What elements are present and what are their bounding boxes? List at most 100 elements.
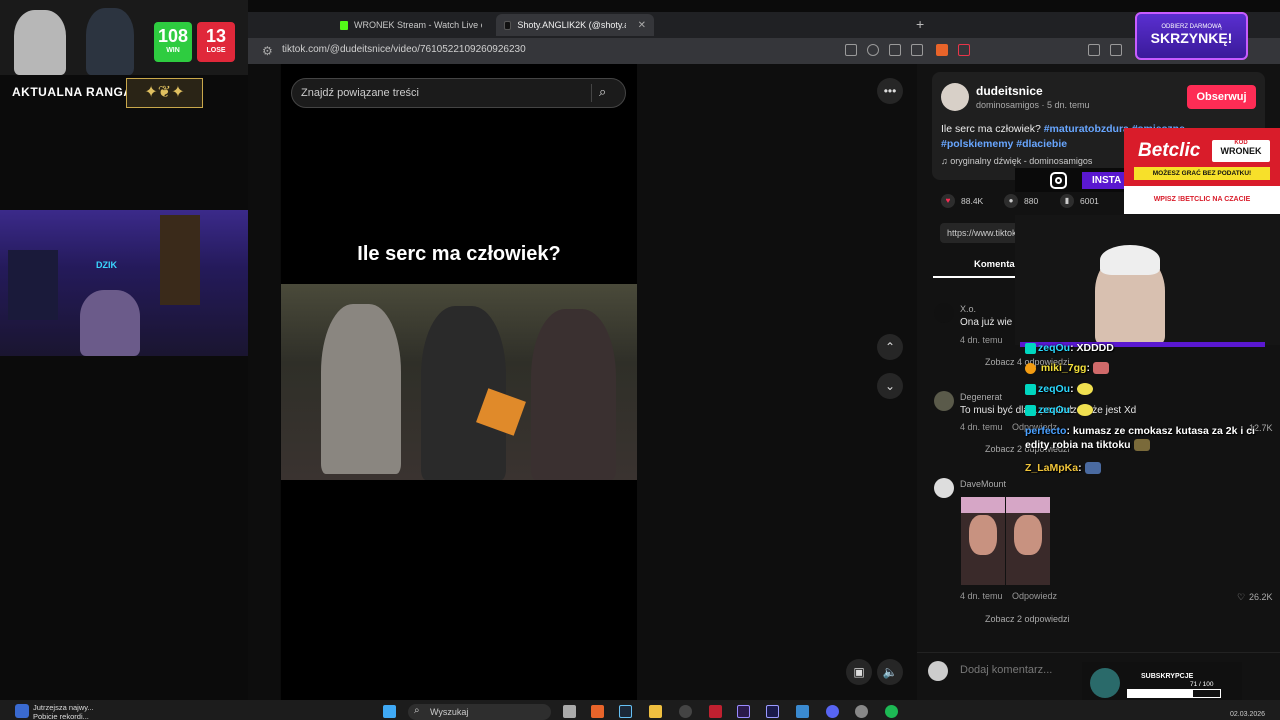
tab-kick-stream[interactable]: WRONEK Stream - Watch Live on Kick [332, 14, 490, 36]
author-meta: dominosamigos · 5 dn. temu [976, 100, 1090, 110]
betclic-code-box: KOD WRONEK [1212, 140, 1270, 162]
miniplayer-icon[interactable]: ▣ [846, 659, 872, 685]
new-tab-icon[interactable]: + [916, 16, 924, 32]
cast-icon[interactable] [889, 44, 901, 56]
add-comment-input[interactable]: Dodaj komentarz... [960, 664, 1052, 676]
commenter-name[interactable]: DaveMount [960, 479, 1006, 489]
sound-label: oryginalny dźwięk - dominosamigos [950, 156, 1093, 166]
video-side-area [637, 64, 917, 700]
insta-label: INSTA [1082, 172, 1127, 189]
chat-message: zeqOu: XDDDD [1025, 341, 1265, 355]
author-avatar[interactable] [941, 83, 969, 111]
commenter-name[interactable]: X.o. [960, 304, 976, 314]
sound-info[interactable]: ♫ oryginalny dźwięk - dominosamigos [941, 156, 1092, 166]
tab-tiktok[interactable]: Shoty.ANGLIK2K (@shoty.anglik2k) ✕ [496, 14, 654, 36]
webcam-right [1015, 215, 1280, 345]
url-text[interactable]: tiktok.com/@dudeitsnice/video/7610522109… [282, 44, 526, 55]
reply-button[interactable]: Odpowiedz [1012, 591, 1057, 601]
search-icon[interactable]: ⌕ [599, 84, 606, 100]
brave-rewards-icon[interactable] [958, 44, 970, 56]
sub-goal-fill [1128, 690, 1193, 697]
translate-icon[interactable] [867, 44, 879, 56]
music-note-icon: ♫ [941, 156, 951, 166]
sub-badge-icon [1025, 404, 1036, 416]
commenter-name[interactable]: Degenerat [960, 392, 1002, 402]
app-icon[interactable] [709, 705, 722, 718]
like-stat[interactable]: ♥ 88.4K [941, 194, 983, 208]
face-shape [1014, 515, 1042, 555]
image-top [961, 497, 1005, 513]
settings-icon[interactable] [855, 705, 868, 718]
volume-icon[interactable]: 🔈 [877, 659, 903, 685]
person-figure [531, 309, 616, 480]
extension-icon[interactable] [845, 44, 857, 56]
comment-stat[interactable]: ● 880 [1004, 194, 1038, 208]
news-widget-icon[interactable] [15, 704, 29, 718]
bookmark-icon: ▮ [1060, 194, 1074, 208]
comment-date: 4 dn. temu [960, 422, 1003, 432]
search-placeholder: Znajdź powiązane treści [301, 87, 420, 99]
emote-icon [1076, 383, 1093, 396]
lose-count: 13 [205, 26, 227, 46]
hashtag[interactable]: #polskiememy [941, 138, 1013, 150]
comment-likes[interactable]: 26.2K [1249, 592, 1273, 602]
photos-icon[interactable] [796, 705, 809, 718]
hashtag[interactable]: #maturatobzdura [1044, 123, 1129, 135]
spotify-icon[interactable] [885, 705, 898, 718]
taskbar-date: 02.03.2026 [1230, 711, 1266, 718]
commenter-avatar[interactable] [934, 391, 954, 411]
close-tab-icon[interactable]: ✕ [638, 20, 646, 31]
chat-message: perfecto: kumasz ze cmokasz kutasa za 2k… [1025, 425, 1255, 452]
interviewer-figure [321, 304, 401, 474]
my-avatar [928, 661, 948, 681]
video-title: Ile serc ma człowiek? [357, 243, 561, 265]
comment-image[interactable] [961, 497, 1005, 585]
chat-user: zeqOu [1038, 404, 1071, 416]
comment-image[interactable] [1006, 497, 1050, 585]
news-widget[interactable]: Jutrzejsza najwy... Pobicie rekordi... [33, 703, 94, 720]
tab-bar: WRONEK Stream - Watch Live on Kick Shoty… [248, 12, 1280, 38]
premiere-icon[interactable] [737, 705, 750, 718]
more-options-icon[interactable]: ••• [877, 78, 903, 104]
view-replies-link[interactable]: Zobacz 2 odpowiedzi [985, 614, 1070, 624]
share-icon[interactable] [911, 44, 923, 56]
author-name[interactable]: dudeitsnice [976, 84, 1043, 98]
next-video-icon[interactable]: ⌄ [877, 373, 903, 399]
win-label: WIN [166, 47, 180, 54]
gift-badge-icon [1025, 362, 1036, 374]
task-view-icon[interactable] [563, 705, 576, 718]
follow-button[interactable]: Obserwuj [1187, 85, 1256, 109]
site-info-icon[interactable]: ⚙ [262, 44, 273, 58]
save-count: 6001 [1080, 196, 1099, 206]
sub-badge-icon [1025, 383, 1036, 395]
taskbar-search[interactable]: Wyszukaj [408, 704, 551, 720]
chat-user: zeqOu [1038, 383, 1071, 395]
start-windows-icon[interactable] [383, 705, 396, 718]
hashtag[interactable]: #dlaciebie [1016, 138, 1067, 150]
rank-label: AKTUALNA RANGA: [12, 85, 138, 99]
emote-icon [1133, 439, 1150, 452]
free-case-banner: ODBIERZ DARMOWĄ SKRZYNKĘ! [1135, 12, 1248, 60]
save-stat[interactable]: ▮ 6001 [1060, 194, 1099, 208]
like-heart-icon[interactable]: ♡ [1237, 592, 1245, 603]
betclic-logo: Betclic [1138, 140, 1201, 161]
steam-icon[interactable] [619, 705, 632, 718]
folder-icon[interactable] [649, 705, 662, 718]
discord-icon[interactable] [826, 705, 839, 718]
previous-video-icon[interactable]: ⌃ [877, 334, 903, 360]
after-effects-icon[interactable] [766, 705, 779, 718]
obs-icon[interactable] [679, 705, 692, 718]
comment-date: 4 dn. temu [960, 335, 1003, 345]
chat-user: zeqOu [1038, 342, 1071, 354]
betclic-instruction: WPISZ !BETCLIC NA CZACIE [1124, 186, 1280, 214]
bookmarks-icon[interactable] [1088, 44, 1100, 56]
search-icon: ⌕ [414, 705, 420, 716]
commenter-avatar[interactable] [934, 478, 954, 498]
video-frame[interactable] [281, 284, 637, 480]
brave-icon[interactable] [591, 705, 604, 718]
commenter-avatar[interactable] [934, 303, 954, 323]
sidebar-icon[interactable] [1110, 44, 1122, 56]
betclic-code-value: WRONEK [1220, 146, 1262, 156]
chat-message: Z_LaMpKa: [1025, 461, 1265, 475]
brave-shield-icon[interactable] [936, 44, 948, 56]
